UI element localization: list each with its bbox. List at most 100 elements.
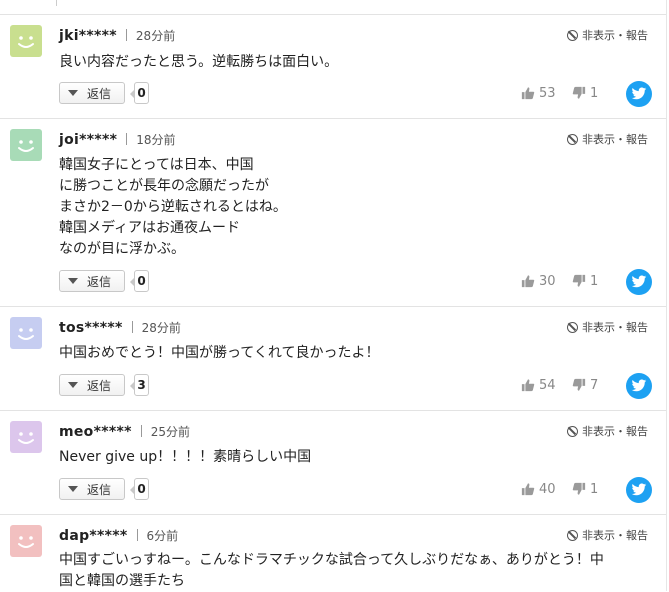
reply-count[interactable]: 3 <box>130 374 149 396</box>
avatar[interactable] <box>10 25 42 57</box>
reply-button[interactable]: 返信 <box>59 82 125 104</box>
separator <box>126 133 128 145</box>
separator <box>131 321 133 333</box>
smiley-face-icon <box>18 36 34 48</box>
username[interactable]: jki***** <box>59 28 117 44</box>
twitter-share-button[interactable] <box>626 81 652 107</box>
thumbs-up-icon <box>521 379 535 392</box>
dislike-button[interactable]: 1 <box>572 270 598 292</box>
reply-button[interactable]: 返信 <box>59 374 125 396</box>
smiley-face-icon <box>18 536 34 548</box>
comment-text: 中国すごいっすねー。こんなドラマチックな試合って久しぶりだなぁ、ありがとう！中 … <box>59 552 604 589</box>
ban-icon <box>567 29 578 41</box>
hide-report-link[interactable]: 非表示・報告 <box>567 319 648 335</box>
twitter-bird-icon <box>631 483 647 496</box>
comment-meta: tos***** 28分前 <box>59 318 181 336</box>
avatar[interactable] <box>10 129 42 161</box>
thumbs-down-icon <box>572 86 586 99</box>
reply-button[interactable]: 返信 <box>59 478 125 500</box>
twitter-share-button[interactable] <box>626 269 652 295</box>
dislike-button[interactable]: 1 <box>572 478 598 500</box>
thumbs-down-icon <box>572 378 586 391</box>
like-button[interactable]: 54 <box>521 374 556 396</box>
ban-icon <box>567 425 578 437</box>
comment-meta: meo***** 25分前 <box>59 422 190 440</box>
twitter-bird-icon <box>631 87 647 100</box>
twitter-bird-icon <box>631 379 647 392</box>
caret-down-icon <box>68 486 78 492</box>
hide-report-label: 非表示・報告 <box>582 29 648 42</box>
caret-down-icon <box>68 90 78 96</box>
comment-text: Never give up！！！！素晴らしい中国 <box>59 449 312 465</box>
avatar[interactable] <box>10 421 42 453</box>
ban-icon <box>567 133 578 145</box>
timestamp: 18分前 <box>136 133 176 147</box>
comment-actions: 返信 0 30 1 <box>59 270 655 294</box>
hide-report-label: 非表示・報告 <box>582 425 648 438</box>
comment-meta: jki***** 28分前 <box>59 26 175 44</box>
comment-meta: joi***** 18分前 <box>59 130 176 148</box>
reply-count: 0 <box>130 270 149 292</box>
comment-text: 韓国女子にとっては日本、中国 に勝つことが長年の念願だったが まさか2－0から逆… <box>59 157 287 257</box>
smiley-face-icon <box>18 328 34 340</box>
timestamp: 6分前 <box>146 529 179 543</box>
thumbs-down-icon <box>572 482 586 495</box>
ban-icon <box>567 529 578 541</box>
hide-report-link[interactable]: 非表示・報告 <box>567 27 648 43</box>
like-count: 54 <box>539 377 556 393</box>
hide-report-label: 非表示・報告 <box>582 529 648 542</box>
like-count: 53 <box>539 85 556 101</box>
username[interactable]: meo***** <box>59 424 132 440</box>
dislike-count: 1 <box>590 85 599 101</box>
reply-label: 返信 <box>87 274 112 289</box>
comment-item: jki***** 28分前 非表示・報告 良い内容だったと思う。逆転勝ちは面白い。… <box>0 15 666 119</box>
username[interactable]: dap***** <box>59 528 128 544</box>
separator <box>140 425 142 437</box>
ban-icon <box>567 321 578 333</box>
separator <box>125 29 127 41</box>
comment-actions: 返信 3 54 7 <box>59 374 655 398</box>
twitter-share-button[interactable] <box>626 477 652 503</box>
dislike-count: 7 <box>590 377 599 393</box>
reply-count: 0 <box>130 82 149 104</box>
timestamp: 25分前 <box>150 425 190 439</box>
timestamp: 28分前 <box>141 321 181 335</box>
caret-down-icon <box>68 278 78 284</box>
reply-label: 返信 <box>87 482 112 497</box>
twitter-share-button[interactable] <box>626 373 652 399</box>
comment-actions: 返信 0 53 1 <box>59 82 655 106</box>
hide-report-link[interactable]: 非表示・報告 <box>567 423 648 439</box>
comment-actions: 返信 0 40 1 <box>59 478 655 502</box>
dislike-count: 1 <box>590 273 599 289</box>
reply-count: 0 <box>130 478 149 500</box>
dislike-button[interactable]: 1 <box>572 82 598 104</box>
previous-comment-edge <box>0 0 666 15</box>
comment-meta: dap***** 6分前 <box>59 526 178 544</box>
username[interactable]: tos***** <box>59 320 123 336</box>
hide-report-link[interactable]: 非表示・報告 <box>567 131 648 147</box>
smiley-face-icon <box>18 432 34 444</box>
comment-item: dap***** 6分前 非表示・報告 中国すごいっすねー。こんなドラマチックな試… <box>0 515 666 591</box>
username[interactable]: joi***** <box>59 132 117 148</box>
comment-text: 中国おめでとう！中国が勝ってくれて良かったよ！ <box>59 345 380 361</box>
hide-report-label: 非表示・報告 <box>582 321 648 334</box>
comment-item: tos***** 28分前 非表示・報告 中国おめでとう！中国が勝ってくれて良かっ… <box>0 307 666 411</box>
comment-text: 良い内容だったと思う。逆転勝ちは面白い。 <box>59 54 339 70</box>
avatar[interactable] <box>10 525 42 557</box>
smiley-face-icon <box>18 140 34 152</box>
hide-report-label: 非表示・報告 <box>582 133 648 146</box>
dislike-button[interactable]: 7 <box>572 374 598 396</box>
separator <box>136 529 138 541</box>
timestamp: 28分前 <box>135 29 176 43</box>
right-border <box>666 0 667 591</box>
like-button[interactable]: 30 <box>521 270 556 292</box>
like-button[interactable]: 40 <box>521 478 556 500</box>
thumbs-up-icon <box>521 275 535 288</box>
like-count: 30 <box>539 273 556 289</box>
avatar[interactable] <box>10 317 42 349</box>
twitter-bird-icon <box>631 275 647 288</box>
caret-down-icon <box>68 382 78 388</box>
reply-button[interactable]: 返信 <box>59 270 125 292</box>
like-button[interactable]: 53 <box>521 82 556 104</box>
hide-report-link[interactable]: 非表示・報告 <box>567 527 648 543</box>
